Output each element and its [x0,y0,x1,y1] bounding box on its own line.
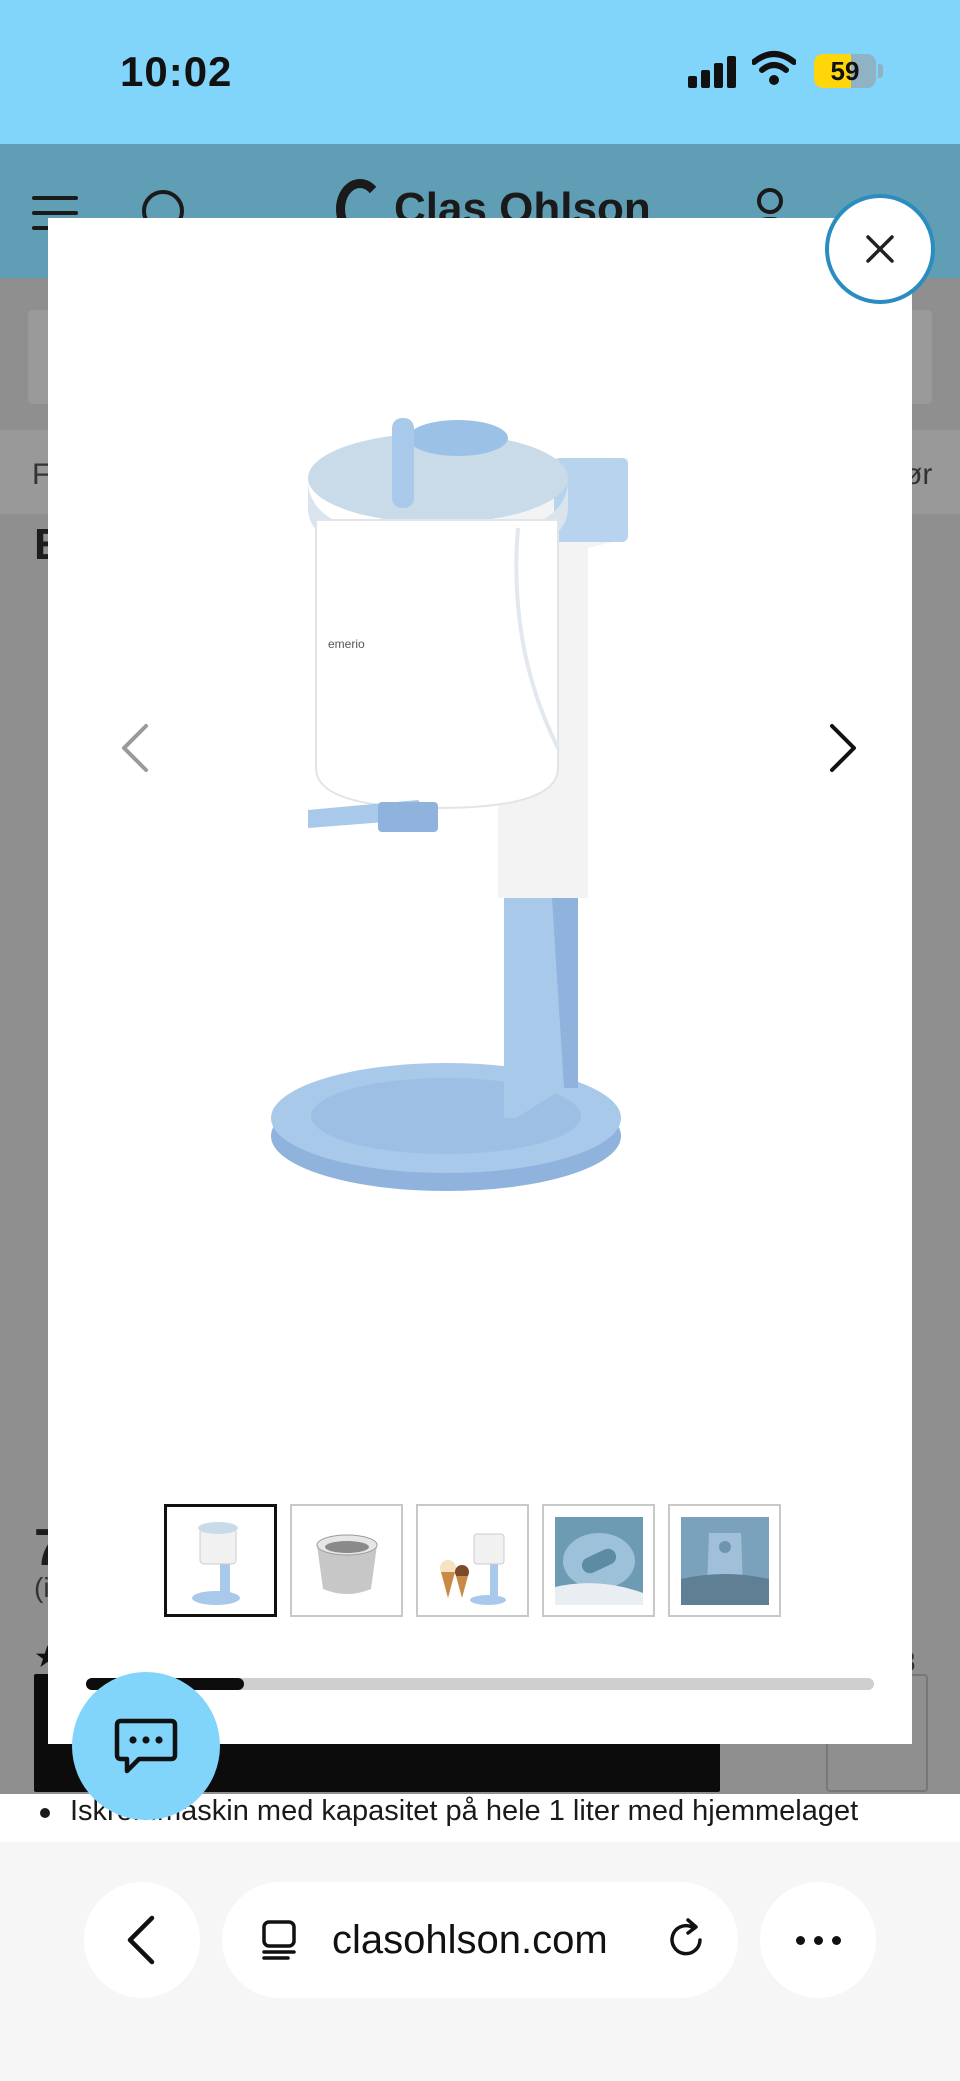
battery-icon: 59 [814,54,876,88]
chat-bubble-icon [114,1718,178,1774]
url-text: clasohlson.com [332,1918,608,1962]
thumb-lid-closeup[interactable] [668,1504,781,1617]
close-button[interactable] [825,194,935,304]
product-image[interactable]: emerio [268,398,708,1198]
more-icon-dot [831,1935,841,1945]
battery-tip [878,64,883,78]
back-button[interactable] [84,1882,200,1998]
thumb-cones[interactable] [416,1504,529,1617]
address-bar[interactable]: clasohlson.com [222,1882,738,1998]
chevron-right-icon[interactable] [818,718,868,778]
battery-percent: 59 [830,56,860,86]
status-time: 10:02 [120,48,233,95]
more-button[interactable] [760,1882,876,1998]
reload-icon[interactable] [662,1916,710,1964]
status-bar: 10:02 59 [0,0,960,144]
thumb-machine[interactable] [164,1504,277,1617]
cellular-signal-icon [688,56,736,88]
thumb-lid-dial[interactable] [542,1504,655,1617]
chat-button[interactable] [72,1672,220,1820]
tabs-icon[interactable] [258,1918,302,1962]
thumbnail-strip [164,1504,781,1617]
thumb-bowl[interactable] [290,1504,403,1617]
more-icon-dot [813,1935,823,1945]
chevron-left-icon[interactable] [110,718,160,778]
bullet-dot [40,1808,50,1818]
more-icon-dot [795,1935,805,1945]
wifi-icon [752,51,796,85]
image-gallery-modal: emerio [48,218,912,1744]
back-icon [127,1915,155,1965]
close-icon [866,235,894,263]
browser-toolbar: clasohlson.com [0,1842,960,2081]
gallery-progress-track [86,1678,874,1690]
brand-mark: emerio [328,637,365,651]
